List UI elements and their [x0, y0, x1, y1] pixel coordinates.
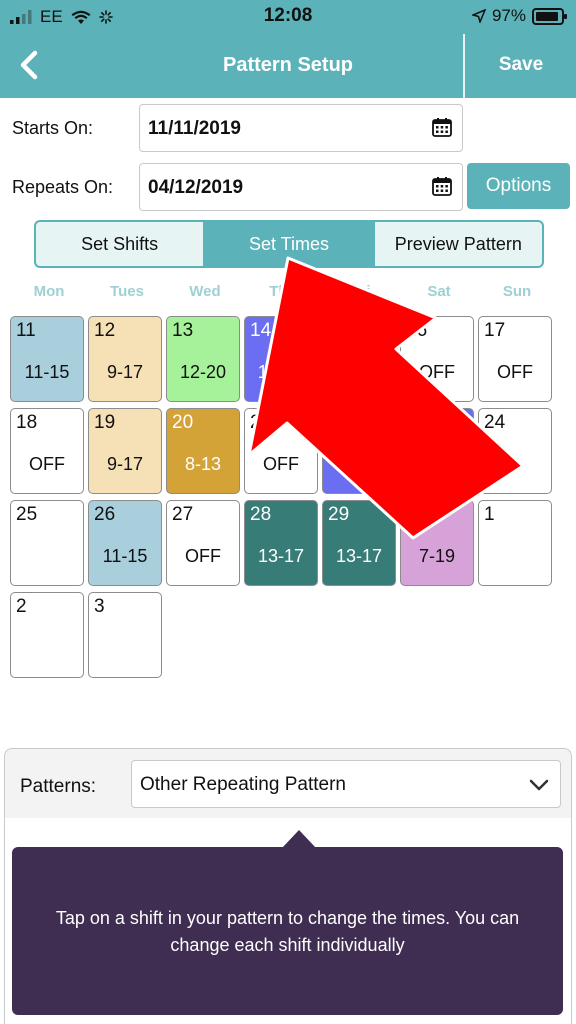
calendar-day-cell[interactable]: 1 [478, 500, 552, 586]
calendar-icon[interactable] [432, 117, 452, 137]
calendar-day-cell[interactable]: 16 OFF [400, 316, 474, 402]
shift-label: 19-5+ [257, 362, 305, 382]
tooltip-caret [282, 830, 316, 848]
shift-label: 7-19 [418, 546, 456, 566]
patterns-dropdown[interactable]: Other Repeating Pattern [131, 760, 561, 808]
day-number: 29 [328, 504, 350, 525]
tooltip-text: Tap on a shift in your pattern to change… [55, 908, 520, 955]
weekday-wed: Wed [189, 283, 221, 300]
chevron-down-icon [529, 779, 549, 791]
patterns-label: Patterns: [20, 776, 97, 797]
repeats-on-label: Repeats On: [12, 177, 114, 197]
shift-label: OFF [185, 546, 221, 566]
day-number: 14 [250, 320, 272, 341]
calendar-day-cell[interactable]: 15 [322, 316, 396, 402]
day-number: 17 [484, 320, 506, 341]
shift-label: 9-17 [106, 362, 144, 382]
nav-divider [463, 34, 465, 98]
calendar-day-cell[interactable]: 19 9-17 [88, 408, 162, 494]
calendar-day-cell[interactable]: 17 OFF [478, 316, 552, 402]
shift-label: 9-17 [106, 454, 144, 474]
calendar-day-cell[interactable]: 14 19-5+ [244, 316, 318, 402]
calendar-day-cell[interactable]: 25 [10, 500, 84, 586]
weekday-thu: Thu [269, 283, 297, 300]
calendar-day-cell[interactable]: 21 OFF [244, 408, 318, 494]
tab-set-times[interactable]: Set Times [203, 222, 373, 266]
calendar-day-cell[interactable]: 26 11-15 [88, 500, 162, 586]
calendar-icon[interactable] [432, 176, 452, 196]
weekday-fri: Fri [351, 283, 371, 300]
status-bar: EE 12:08 97% [0, 0, 576, 34]
shift-label: 11-15 [24, 362, 70, 382]
tab-preview-pattern[interactable]: Preview Pattern [372, 222, 542, 266]
weekday-mon: Mon [33, 283, 65, 300]
day-number: 19 [94, 412, 116, 433]
day-number: 3 [94, 596, 105, 617]
day-number: 26 [94, 504, 116, 525]
calendar-day-cell[interactable]: 23 [400, 408, 474, 494]
starts-on-value: 11/11/2019 [148, 118, 241, 139]
shift-label: 19-5+ [335, 454, 383, 474]
weekday-sun: Sun [502, 283, 532, 300]
day-number: 23 [406, 412, 428, 433]
shift-label: 11-15 [102, 546, 148, 566]
starts-on-field[interactable]: 11/11/2019 [139, 104, 463, 152]
day-number: 30 [406, 504, 428, 525]
day-number: 22 [328, 412, 350, 433]
weekday-header: Mon Tues Wed Thu Fri Sat Sun [10, 283, 566, 303]
day-number: 13 [172, 320, 194, 341]
day-number: 18 [16, 412, 38, 433]
shift-label: 13-17 [257, 546, 305, 566]
weekday-tues: Tues [110, 283, 144, 300]
calendar-day-cell[interactable]: 29 13-17 [322, 500, 396, 586]
day-number: 28 [250, 504, 272, 525]
weekday-sat: Sat [427, 283, 451, 300]
battery-icon [532, 7, 567, 25]
calendar-day-cell[interactable]: 2 [10, 592, 84, 678]
shift-label: OFF [497, 362, 533, 382]
day-number: 25 [16, 504, 38, 525]
calendar-day-cell[interactable]: 24 [478, 408, 552, 494]
repeats-on-field[interactable]: 04/12/2019 [139, 163, 463, 211]
nav-bar: Pattern Setup Save [0, 34, 576, 98]
calendar-day-cell[interactable]: 11 11-15 [10, 316, 84, 402]
patterns-selected-value: Other Repeating Pattern [140, 774, 346, 795]
starts-on-label: Starts On: [12, 118, 94, 138]
day-number: 11 [16, 320, 36, 341]
shift-label: 8-13 [184, 454, 222, 474]
options-button[interactable]: Options [467, 163, 570, 209]
day-number: 15 [328, 320, 350, 341]
hint-tooltip: Tap on a shift in your pattern to change… [12, 830, 563, 1015]
day-number: 12 [94, 320, 116, 341]
repeats-on-value: 04/12/2019 [148, 177, 244, 198]
save-button[interactable]: Save [466, 54, 576, 76]
calendar-day-cell[interactable]: 22 19-5+ [322, 408, 396, 494]
day-number: 20 [172, 412, 194, 433]
calendar-day-cell[interactable]: 20 8-13 [166, 408, 240, 494]
shift-label: OFF [29, 454, 65, 474]
calendar-day-cell[interactable]: 30 7-19 [400, 500, 474, 586]
calendar-day-cell[interactable]: 12 9-17 [88, 316, 162, 402]
day-number: 16 [406, 320, 428, 341]
calendar-day-cell[interactable]: 27 OFF [166, 500, 240, 586]
calendar-day-cell[interactable]: 13 12-20 [166, 316, 240, 402]
pattern-calendar: 11 11-15 12 9-17 13 12-20 14 19-5+ 15 16 OFF 17 OFF 1… [10, 316, 570, 686]
shift-label: 12-20 [179, 362, 227, 382]
location-arrow-icon [471, 9, 486, 23]
day-number: 24 [484, 412, 506, 433]
day-number: 2 [16, 596, 27, 617]
day-number: 21 [250, 412, 272, 433]
day-number: 27 [172, 504, 194, 525]
calendar-day-cell[interactable]: 3 [88, 592, 162, 678]
tab-set-shifts[interactable]: Set Shifts [36, 222, 203, 266]
battery-percent: 97% [491, 6, 526, 25]
day-number: 1 [484, 504, 495, 525]
calendar-day-cell[interactable]: 18 OFF [10, 408, 84, 494]
shift-label: OFF [419, 362, 455, 382]
calendar-day-cell[interactable]: 28 13-17 [244, 500, 318, 586]
shift-label: 13-17 [335, 546, 383, 566]
shift-label: OFF [263, 454, 299, 474]
mode-tabs: Set Shifts Set Times Preview Pattern [34, 220, 544, 268]
